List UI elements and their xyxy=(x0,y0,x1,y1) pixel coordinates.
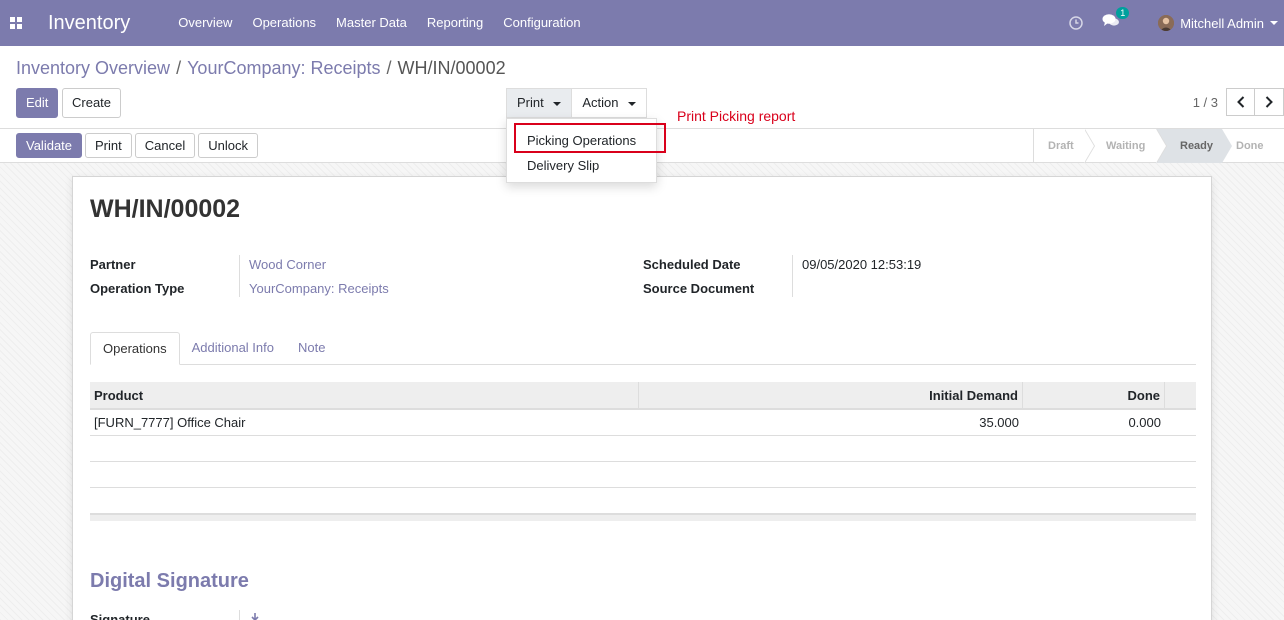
messages-button[interactable]: 1 xyxy=(1102,7,1132,33)
empty-table-row xyxy=(90,436,1196,462)
field-separator xyxy=(239,255,240,297)
menu-item-configuration[interactable]: Configuration xyxy=(493,0,590,46)
scheduled-date-value: 09/05/2020 12:53:19 xyxy=(802,257,922,272)
stage-arrow xyxy=(1222,129,1232,163)
operation-type-label: Operation Type xyxy=(90,281,185,296)
app-title[interactable]: Inventory xyxy=(48,12,130,35)
pager-previous-button[interactable] xyxy=(1226,88,1255,116)
breadcrumb-receipts[interactable]: YourCompany: Receipts xyxy=(187,58,380,79)
action-menu-button[interactable]: Action xyxy=(572,88,648,118)
breadcrumb-separator: / xyxy=(386,58,392,78)
navbar-systray: 1 Mitchell Admin xyxy=(1068,0,1284,46)
column-header-optional xyxy=(1165,382,1196,408)
print-menu-button[interactable]: Print xyxy=(506,88,573,118)
breadcrumb: Inventory Overview / YourCompany: Receip… xyxy=(16,58,506,79)
cancel-button[interactable]: Cancel xyxy=(134,133,196,158)
record-title: WH/IN/00002 xyxy=(90,195,241,223)
table-header: Product Initial Demand Done xyxy=(90,382,1196,410)
annotation-highlight-box xyxy=(514,123,666,153)
table-footer xyxy=(90,514,1196,521)
stage-done-label: Done xyxy=(1236,140,1264,152)
stage-arrow xyxy=(1156,129,1166,163)
statusbar-buttons: Validate Print Cancel Unlock xyxy=(16,133,258,158)
column-header-product[interactable]: Product xyxy=(90,382,639,408)
empty-table-row xyxy=(90,488,1196,514)
activity-clock-icon[interactable] xyxy=(1068,15,1084,31)
column-header-initial-demand[interactable]: Initial Demand xyxy=(639,382,1023,408)
empty-table-row xyxy=(90,462,1196,488)
menu-item-overview[interactable]: Overview xyxy=(168,0,242,46)
create-button[interactable]: Create xyxy=(62,88,122,118)
top-navbar: Inventory Overview Operations Master Dat… xyxy=(0,0,1284,46)
signature-label: Signature xyxy=(90,612,150,620)
user-avatar[interactable] xyxy=(1158,15,1175,31)
download-icon[interactable] xyxy=(251,613,259,620)
edit-button[interactable]: Edit xyxy=(16,88,59,118)
cell-product: [FURN_7777] Office Chair xyxy=(94,415,246,430)
partner-label: Partner xyxy=(90,257,136,272)
tab-operations[interactable]: Operations xyxy=(90,332,180,365)
pager: 1 / 3 xyxy=(1193,88,1284,116)
print-caret-icon xyxy=(553,101,562,106)
source-document-label: Source Document xyxy=(643,281,755,296)
cell-initial-demand: 35.000 xyxy=(979,415,1019,430)
annotation-text: Print Picking report xyxy=(677,108,796,124)
scheduled-date-label: Scheduled Date xyxy=(643,257,741,272)
print-button[interactable]: Print xyxy=(85,133,132,158)
user-menu[interactable]: Mitchell Admin xyxy=(1180,16,1264,31)
field-separator xyxy=(239,610,240,620)
unlock-button[interactable]: Unlock xyxy=(198,133,258,158)
column-header-done[interactable]: Done xyxy=(1023,382,1165,408)
operation-type-value[interactable]: YourCompany: Receipts xyxy=(249,281,389,296)
user-menu-caret-icon[interactable] xyxy=(1270,21,1278,25)
pager-next-button[interactable] xyxy=(1255,88,1284,116)
table-row[interactable]: [FURN_7777] Office Chair 35.000 0.000 xyxy=(90,410,1196,436)
main-menu: Overview Operations Master Data Reportin… xyxy=(168,0,590,46)
menu-item-operations[interactable]: Operations xyxy=(242,0,326,46)
stage-waiting-label: Waiting xyxy=(1106,140,1146,152)
validate-button[interactable]: Validate xyxy=(16,133,83,158)
stage-arrow xyxy=(1084,129,1094,163)
chevron-left-icon xyxy=(1236,96,1244,108)
partner-value[interactable]: Wood Corner xyxy=(249,257,326,272)
cell-done: 0.000 xyxy=(1128,415,1161,430)
breadcrumb-inventory-overview[interactable]: Inventory Overview xyxy=(16,58,170,79)
tab-note[interactable]: Note xyxy=(286,332,337,365)
chevron-right-icon xyxy=(1265,96,1273,108)
print-menu-label: Print xyxy=(517,95,544,110)
sidebar-actions: Print Action xyxy=(506,88,648,118)
action-caret-icon xyxy=(628,101,637,106)
breadcrumb-current: WH/IN/00002 xyxy=(397,58,506,78)
digital-signature-title: Digital Signature xyxy=(90,570,249,592)
chat-count-badge: 1 xyxy=(1116,7,1130,19)
stage-draft: Draft xyxy=(1034,129,1095,163)
cell-optional xyxy=(1165,410,1196,435)
field-separator xyxy=(792,255,793,297)
notebook-tabs: Operations Additional Info Note xyxy=(90,332,1196,365)
breadcrumb-separator: / xyxy=(176,58,182,78)
apps-menu-icon[interactable] xyxy=(0,0,32,46)
form-sheet: WH/IN/00002 Partner Wood Corner Operatio… xyxy=(72,176,1212,620)
stage-ready-label: Ready xyxy=(1180,140,1214,152)
menu-item-reporting[interactable]: Reporting xyxy=(417,0,493,46)
stage-draft-label: Draft xyxy=(1048,140,1074,152)
menu-item-master-data[interactable]: Master Data xyxy=(326,0,417,46)
control-panel: Inventory Overview / YourCompany: Receip… xyxy=(0,46,1284,129)
pager-value[interactable]: 1 / 3 xyxy=(1193,95,1218,110)
action-menu-label: Action xyxy=(582,95,619,110)
status-stages: Draft Waiting Ready Done xyxy=(1033,129,1284,163)
tab-additional-info[interactable]: Additional Info xyxy=(180,332,286,365)
dropdown-item-delivery-slip[interactable]: Delivery Slip xyxy=(527,158,599,173)
operations-table: Product Initial Demand Done [FURN_7777] … xyxy=(90,382,1196,521)
